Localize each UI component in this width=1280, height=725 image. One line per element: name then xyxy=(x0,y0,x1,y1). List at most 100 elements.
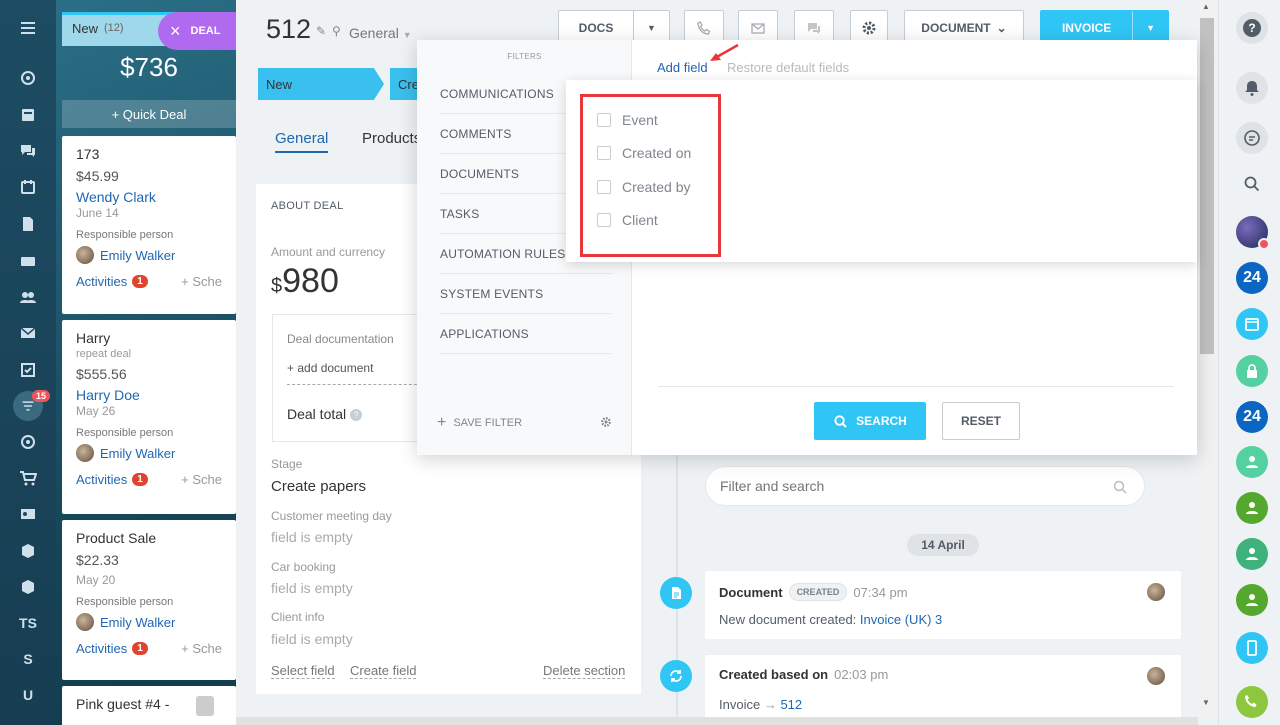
checkbox[interactable] xyxy=(597,180,611,194)
card-activities[interactable]: Activities 1 + Sche xyxy=(76,472,222,487)
messages-button[interactable] xyxy=(1236,122,1268,154)
document-icon[interactable] xyxy=(0,206,56,242)
filter-item-system-events[interactable]: SYSTEM EVENTS xyxy=(440,274,612,314)
drive-icon[interactable] xyxy=(0,243,56,279)
card-contact[interactable]: Harry Doe xyxy=(76,387,222,403)
delete-section-link[interactable]: Delete section xyxy=(543,663,626,679)
deal-card[interactable]: Pink guest #4 - xyxy=(62,686,236,725)
card-contact[interactable]: Wendy Clark xyxy=(76,189,222,205)
tasks-icon[interactable] xyxy=(0,352,56,388)
call-button[interactable] xyxy=(1236,686,1268,718)
group-button-3[interactable] xyxy=(1236,538,1268,570)
checkbox[interactable] xyxy=(597,113,611,127)
help-icon[interactable]: ? xyxy=(350,409,363,422)
field-option-event[interactable]: Event xyxy=(597,112,658,128)
filter-item-applications[interactable]: APPLICATIONS xyxy=(440,314,612,354)
nav-ts[interactable]: TS xyxy=(0,605,56,641)
bitrix24-button-2[interactable]: 24 xyxy=(1236,401,1268,433)
deal-card[interactable]: 173 $45.99 Wendy Clark June 14 Responsib… xyxy=(62,136,236,314)
card-responsible[interactable]: Emily Walker xyxy=(76,246,222,264)
group-button[interactable] xyxy=(1236,446,1268,478)
feed-icon[interactable] xyxy=(0,97,56,133)
search-icon[interactable] xyxy=(1112,479,1128,495)
save-filter-button[interactable]: + SAVE FILTER xyxy=(437,414,522,432)
checkbox[interactable] xyxy=(597,213,611,227)
card-responsible[interactable]: Emily Walker xyxy=(76,613,222,631)
close-icon[interactable]: × xyxy=(170,21,181,42)
chat-icon[interactable] xyxy=(0,133,56,169)
nav-s[interactable]: S xyxy=(0,641,56,677)
entry-link[interactable]: 512 xyxy=(780,697,802,712)
entry-link[interactable]: Invoice (UK) 3 xyxy=(860,612,942,627)
checkbox[interactable] xyxy=(597,146,611,160)
bitrix24-button[interactable]: 24 xyxy=(1236,262,1268,294)
field-option-created-on[interactable]: Created on xyxy=(597,145,691,161)
deal-card[interactable]: Product Sale $22.33 May 20 Responsible p… xyxy=(62,520,236,680)
select-field-link[interactable]: Select field xyxy=(271,663,335,679)
horizontal-scrollbar[interactable] xyxy=(236,717,1198,725)
target-icon[interactable] xyxy=(0,424,56,460)
group-button-4[interactable] xyxy=(1236,584,1268,616)
quick-deal-button[interactable]: + Quick Deal xyxy=(62,100,236,128)
nav-u[interactable]: U xyxy=(0,677,56,713)
deal-chip[interactable]: × DEAL xyxy=(158,12,236,50)
schedule-link[interactable]: + Sche xyxy=(181,641,222,656)
calendar-icon[interactable] xyxy=(0,169,56,205)
box-icon[interactable] xyxy=(0,533,56,569)
crm-icon[interactable] xyxy=(0,60,56,96)
stage-new[interactable]: New xyxy=(258,68,384,100)
group-button-2[interactable] xyxy=(1236,492,1268,524)
timeline-entry: Document CREATED 07:34 pm New document cre… xyxy=(705,571,1181,639)
search-button-right[interactable] xyxy=(1236,168,1268,200)
field-option-client[interactable]: Client xyxy=(597,212,658,228)
reset-button[interactable]: RESET xyxy=(942,402,1020,440)
tab-general[interactable]: General xyxy=(275,130,329,153)
gear-icon[interactable] xyxy=(600,416,612,428)
card-price: $555.56 xyxy=(76,366,127,382)
help-button[interactable]: ? xyxy=(1236,12,1268,44)
deal-card[interactable]: Harry repeat deal $555.56 Harry Doe May … xyxy=(62,320,236,514)
card-activities[interactable]: Activities 1 + Sche xyxy=(76,274,222,289)
scrollbar-thumb[interactable] xyxy=(1200,18,1214,354)
field-option-created-by[interactable]: Created by xyxy=(597,179,690,195)
create-field-link[interactable]: Create field xyxy=(350,663,417,679)
link-icon[interactable]: ⚲ xyxy=(332,24,341,38)
phone-icon xyxy=(697,21,711,35)
schedule-link[interactable]: + Sche xyxy=(181,472,222,487)
card-responsible[interactable]: Emily Walker xyxy=(76,444,222,462)
category-select[interactable]: General ▼ xyxy=(349,25,412,41)
invoice-label: INVOICE xyxy=(1061,21,1112,35)
card-title[interactable]: Harry xyxy=(76,330,222,346)
lock-button[interactable] xyxy=(1236,355,1268,387)
card-title[interactable]: 173 xyxy=(76,146,222,162)
menu-icon[interactable] xyxy=(0,10,56,46)
people-icon[interactable] xyxy=(0,279,56,315)
box-icon-2[interactable] xyxy=(0,569,56,605)
calendar-button[interactable] xyxy=(1236,308,1268,340)
avatar xyxy=(76,444,94,462)
mobile-button[interactable] xyxy=(1236,632,1268,664)
scroll-up-icon[interactable]: ▲ xyxy=(1202,2,1210,11)
printer-icon[interactable] xyxy=(196,696,214,716)
search-button[interactable]: SEARCH xyxy=(814,402,926,440)
restore-fields-link[interactable]: Restore default fields xyxy=(727,60,849,75)
card-activities[interactable]: Activities 1 + Sche xyxy=(76,641,222,656)
contact-card-icon[interactable] xyxy=(0,496,56,532)
scroll-down-icon[interactable]: ▼ xyxy=(1202,698,1210,707)
mail-icon[interactable] xyxy=(0,315,56,351)
cart-icon[interactable] xyxy=(0,460,56,496)
mail-icon xyxy=(751,23,765,34)
notifications-button[interactable] xyxy=(1236,72,1268,104)
avatar[interactable] xyxy=(1236,216,1270,250)
timeline-search-input[interactable] xyxy=(720,475,1100,497)
timeline-search[interactable] xyxy=(705,466,1145,506)
add-document-link[interactable]: + add document xyxy=(287,361,422,385)
scrollbar[interactable]: ▲ ▼ xyxy=(1198,0,1216,717)
add-field-link[interactable]: Add field xyxy=(657,60,708,75)
card-title[interactable]: Product Sale xyxy=(76,530,222,546)
schedule-link[interactable]: + Sche xyxy=(181,274,222,289)
tab-products[interactable]: Products xyxy=(362,130,421,147)
pencil-icon[interactable]: ✎ xyxy=(316,24,326,38)
field-option-label: Created by xyxy=(622,179,691,195)
filter-funnel-icon[interactable]: 15 xyxy=(0,388,56,424)
